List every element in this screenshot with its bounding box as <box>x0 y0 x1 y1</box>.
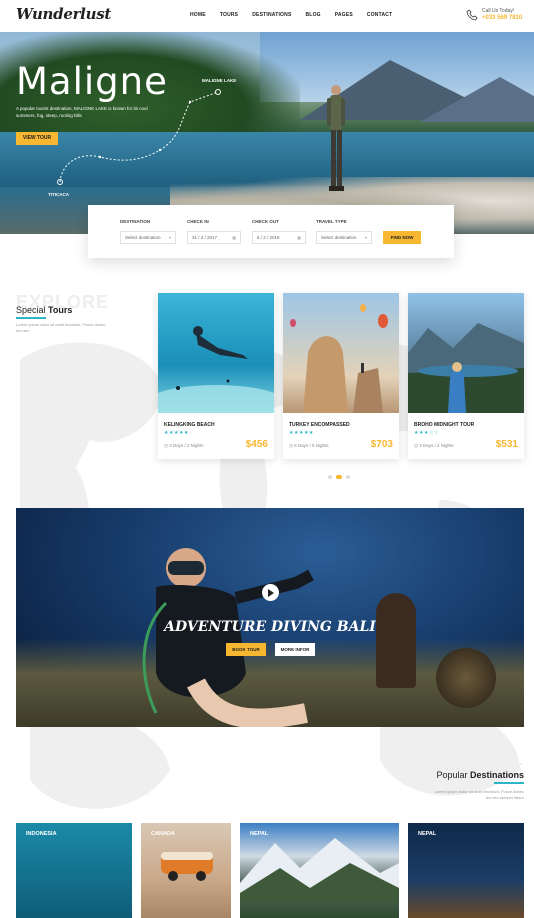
play-video-button[interactable] <box>262 584 279 601</box>
tour-price: $531 <box>495 439 518 450</box>
destination-name: NEPAL <box>418 831 437 837</box>
coral <box>376 593 416 688</box>
nav-tours[interactable]: TOURS <box>220 12 238 18</box>
destination-label: DESTINATION <box>120 219 151 224</box>
special-title-bold: Tours <box>48 305 73 315</box>
chevron-down-icon: ▾ <box>364 235 367 240</box>
tour-duration: ◷ 6 Days / 5 Nights <box>289 443 328 449</box>
destination-select[interactable]: Select destination ▾ <box>120 231 176 244</box>
tour-duration-text: 3 Days / 2 Nights <box>169 443 204 448</box>
popular-destinations-title: Popular Destinations <box>436 770 524 780</box>
book-tour-button[interactable]: BOOK TOUR <box>226 643 266 656</box>
mountain-illustration <box>240 838 399 903</box>
destination-card[interactable]: NEPAL <box>240 823 399 918</box>
find-now-button[interactable]: FIND NOW <box>383 231 421 244</box>
hero-mountain <box>420 77 534 122</box>
tour-image-fjord <box>408 293 524 413</box>
tour-price: $703 <box>370 439 393 450</box>
special-tours-title: Special Tours <box>16 305 72 315</box>
travel-type-value: Select destination <box>321 235 357 240</box>
destination-name: CANADA <box>151 831 175 837</box>
destination-name: INDONESIA <box>26 831 57 837</box>
tour-card[interactable]: KELINGKING BEACH ★★★★★ ◷ 3 Days / 2 Nigh… <box>158 293 274 459</box>
travel-type-select[interactable]: Select destination ▾ <box>316 231 372 244</box>
diving-title: ADVENTURE DIVING BALI <box>164 619 376 635</box>
tour-duration: ◷ 3 Days / 2 Nights <box>414 443 453 449</box>
check-in-label: CHECK IN <box>187 219 209 224</box>
destination-card[interactable]: NEPAL <box>408 823 524 918</box>
carousel-dot[interactable] <box>346 475 350 479</box>
tour-duration: ◷ 3 Days / 2 Nights <box>164 443 203 449</box>
coral <box>436 648 496 708</box>
calendar-icon: ▦ <box>297 235 301 240</box>
check-in-field[interactable]: 31 / 4 / 2017 ▦ <box>187 231 241 244</box>
hero-description: A popular tourist destination, MALIGNE L… <box>16 106 148 118</box>
pin-label-titicaca: TITICACA <box>48 192 69 197</box>
carousel-dot-active[interactable] <box>336 475 342 479</box>
main-nav: HOME TOURS DESTINATIONS BLOG PAGES CONTA… <box>190 12 406 18</box>
hero-banner: MALIGNE LAKE TITICACA Maligne A popular … <box>0 32 534 234</box>
tour-image-underwater <box>158 293 274 413</box>
check-out-field[interactable]: 6 / 2 / 2018 ▦ <box>252 231 306 244</box>
phone-icon <box>466 9 478 21</box>
nav-blog[interactable]: BLOG <box>306 12 321 18</box>
tour-image-cappadocia <box>283 293 399 413</box>
pin-label-maligne: MALIGNE LAKE <box>202 78 237 83</box>
tour-duration-text: 3 Days / 2 Nights <box>419 443 454 448</box>
destination-card[interactable]: CANADA <box>141 823 231 918</box>
calendar-icon: ▦ <box>232 235 236 240</box>
nav-destinations[interactable]: DESTINATIONS <box>252 12 291 18</box>
destination-name: NEPAL <box>250 831 269 837</box>
carousel-dots <box>328 475 350 479</box>
special-title-light: Special <box>16 305 46 315</box>
chevron-down-icon: ▾ <box>168 235 171 240</box>
hero-title: Maligne <box>16 60 168 103</box>
tour-name[interactable]: BROHO MIDNIGHT TOUR <box>414 422 474 428</box>
travel-type-label: TRAVEL TYPE <box>316 219 347 224</box>
popular-title-light: Popular <box>436 770 468 780</box>
tour-card[interactable]: TURKEY ENCOMPASSED ★★★★★ ◷ 6 Days / 5 Ni… <box>283 293 399 459</box>
special-tours-description: Lorem ipsum dolor sit amet tincidunt. Fu… <box>16 322 106 333</box>
popular-destinations-description: Lorem ipsum dolor sit amet tincidunt. Fu… <box>434 789 524 800</box>
tour-card[interactable]: BROHO MIDNIGHT TOUR ★★★☆☆ ◷ 3 Days / 2 N… <box>408 293 524 459</box>
check-in-value: 31 / 4 / 2017 <box>192 235 218 240</box>
nav-home[interactable]: HOME <box>190 12 206 18</box>
site-header: Wunderlust HOME TOURS DESTINATIONS BLOG … <box>0 0 534 32</box>
title-underline <box>494 782 524 784</box>
diving-banner <box>16 508 524 727</box>
hiker-figure <box>327 85 345 191</box>
view-tour-button[interactable]: VIEW TOUR <box>16 132 58 145</box>
destination-card[interactable]: INDONESIA <box>16 823 132 918</box>
check-out-value: 6 / 2 / 2018 <box>257 235 280 240</box>
star-rating: ★★★☆☆ <box>414 430 439 436</box>
tour-price: $456 <box>245 439 268 450</box>
tour-duration-text: 6 Days / 5 Nights <box>294 443 329 448</box>
tour-name[interactable]: KELINGKING BEACH <box>164 422 215 428</box>
carousel-dot[interactable] <box>328 475 332 479</box>
star-rating: ★★★★★ <box>164 430 189 436</box>
more-info-button[interactable]: MORE INFOR <box>275 643 315 656</box>
nav-pages[interactable]: PAGES <box>335 12 353 18</box>
call-label: Call Us Today! <box>482 8 515 14</box>
call-number[interactable]: +033 569 7810 <box>482 15 522 21</box>
nav-contact[interactable]: CONTACT <box>367 12 392 18</box>
tour-name[interactable]: TURKEY ENCOMPASSED <box>289 422 350 428</box>
star-rating: ★★★★★ <box>289 430 314 436</box>
check-out-label: CHECK OUT <box>252 219 279 224</box>
destination-value: Select destination <box>125 235 161 240</box>
title-underline <box>16 317 46 319</box>
popular-title-bold: Destinations <box>469 770 524 780</box>
tour-search-box: DESTINATION CHECK IN CHECK OUT TRAVEL TY… <box>88 205 454 258</box>
site-logo[interactable]: Wunderlust <box>16 5 111 23</box>
van-illustration <box>161 852 213 881</box>
